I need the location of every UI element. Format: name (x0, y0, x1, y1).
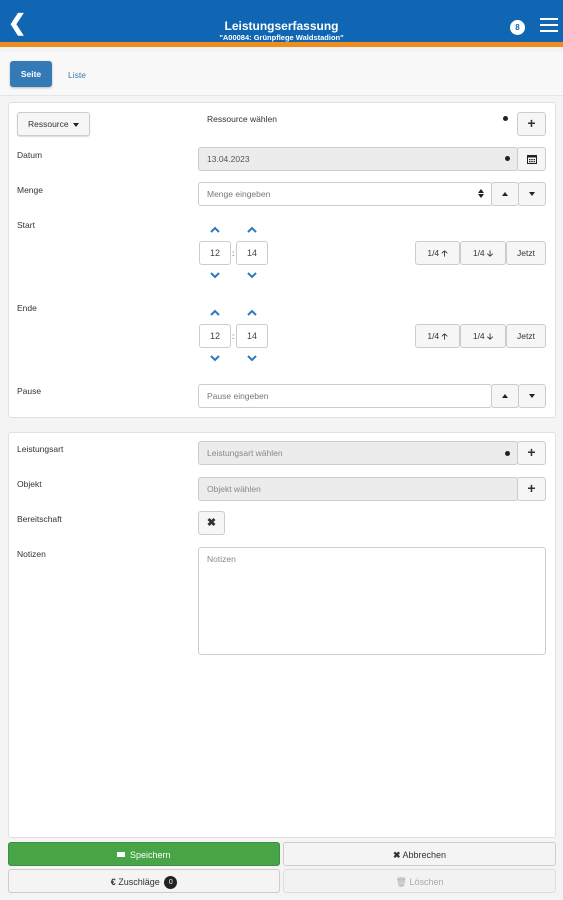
pause-decrement-button[interactable] (518, 384, 546, 408)
ressource-dropdown-label: Ressource (27, 119, 69, 129)
arrow-down-icon: 🡣 (487, 248, 494, 258)
surcharges-button[interactable]: € Zuschläge 0 (8, 869, 280, 893)
menge-input[interactable]: Menge eingeben (198, 182, 492, 206)
objekt-label: Objekt (17, 479, 42, 489)
delete-button: 🗑 Löschen (283, 869, 556, 893)
start-hour-input[interactable]: 12 (199, 241, 231, 265)
close-icon: ✖ (206, 517, 217, 529)
menge-decrement-button[interactable] (518, 182, 546, 206)
start-hour-up-icon[interactable] (208, 225, 222, 235)
ende-quarter-up-label: 1/4 (427, 331, 440, 341)
ende-minute-input[interactable]: 14 (236, 324, 268, 348)
page-subtitle: "A00084: Grünpflege Waldstadion" (219, 33, 344, 42)
datum-field[interactable]: 13.04.2023 (198, 147, 518, 171)
start-minute-up-icon[interactable] (245, 225, 259, 235)
caret-down-icon (529, 394, 535, 398)
cancel-button[interactable]: ✖ Abbrechen (283, 842, 556, 866)
bereitschaft-toggle[interactable]: ✖ (198, 511, 225, 535)
save-button[interactable]: Speichern (8, 842, 280, 866)
app-header: ❮ Leistungserfassung "A00084: Grünpflege… (0, 0, 563, 47)
caret-down-icon (529, 192, 535, 196)
page-title: Leistungserfassung (224, 19, 339, 33)
ressource-dropdown-button[interactable]: Ressource (17, 112, 90, 136)
start-label: Start (17, 220, 35, 230)
objekt-field[interactable]: Objekt wählen (198, 477, 518, 501)
leistungsart-label: Leistungsart (17, 444, 64, 454)
start-quarter-down-button[interactable]: 1/4 🡣 (460, 241, 506, 265)
ressource-dot-icon (503, 116, 508, 121)
tab-page[interactable]: Seite (10, 61, 52, 87)
tab-list[interactable]: Liste (68, 70, 86, 80)
surcharges-count-badge: 0 (164, 876, 178, 890)
caret-down-icon (73, 122, 79, 127)
time-separator: : (232, 248, 235, 258)
add-leistungsart-button[interactable]: + (517, 441, 546, 465)
notification-badge[interactable]: 8 (510, 20, 525, 35)
euro-icon: € (110, 877, 116, 887)
ende-minute-up-icon[interactable] (245, 308, 259, 318)
menge-increment-button[interactable] (491, 182, 519, 206)
start-quarter-down-label: 1/4 (472, 248, 485, 258)
start-quarter-up-button[interactable]: 1/4 🡡 (415, 241, 460, 265)
save-label: Speichern (129, 850, 171, 860)
sort-icon (478, 189, 484, 199)
caret-up-icon (502, 394, 508, 398)
ende-quarter-up-button[interactable]: 1/4 🡡 (415, 324, 460, 348)
close-icon: ✖ (392, 850, 401, 860)
datum-dot-icon (505, 156, 510, 161)
ende-hour-input[interactable]: 12 (199, 324, 231, 348)
ende-now-button[interactable]: Jetzt (506, 324, 546, 348)
datum-label: Datum (17, 150, 43, 160)
ende-quarter-down-label: 1/4 (472, 331, 485, 341)
arrow-up-icon: 🡡 (441, 331, 448, 341)
ende-minute-down-icon[interactable] (245, 353, 259, 363)
menge-label: Menge (17, 185, 43, 195)
start-minute-input[interactable]: 14 (236, 241, 268, 265)
arrow-down-icon: 🡣 (487, 331, 494, 341)
ende-quarter-down-button[interactable]: 1/4 🡣 (460, 324, 506, 348)
notizen-label: Notizen (17, 549, 46, 559)
start-hour-down-icon[interactable] (208, 270, 222, 280)
delete-label: Löschen (409, 877, 444, 887)
trash-icon: 🗑 (395, 877, 407, 887)
ressource-value[interactable]: Ressource wählen (207, 114, 277, 124)
pause-label: Pause (17, 386, 42, 396)
start-minute-down-icon[interactable] (245, 270, 259, 280)
ende-label: Ende (17, 303, 37, 313)
add-objekt-button[interactable]: + (517, 477, 546, 501)
surcharges-label: Zuschläge (118, 877, 160, 887)
cancel-label: Abbrechen (402, 850, 447, 860)
arrow-up-icon: 🡡 (441, 248, 448, 258)
start-now-button[interactable]: Jetzt (506, 241, 546, 265)
calendar-icon (526, 155, 537, 164)
leistungsart-field[interactable]: Leistungsart wählen (198, 441, 518, 465)
hamburger-menu-icon[interactable] (540, 18, 558, 34)
time-separator: : (232, 331, 235, 341)
notizen-textarea[interactable]: Notizen (198, 547, 546, 655)
calendar-button[interactable] (517, 147, 546, 171)
start-quarter-up-label: 1/4 (427, 248, 440, 258)
pause-increment-button[interactable] (491, 384, 519, 408)
leistungsart-dot-icon (505, 451, 510, 456)
caret-up-icon (502, 192, 508, 196)
view-tabs: Seite Liste (0, 52, 563, 96)
pause-input[interactable]: Pause eingeben (198, 384, 492, 408)
ende-hour-up-icon[interactable] (208, 308, 222, 318)
bereitschaft-label: Bereitschaft (17, 514, 62, 524)
ende-hour-down-icon[interactable] (208, 353, 222, 363)
floppy-disk-icon (117, 851, 126, 860)
add-ressource-button[interactable]: + (517, 112, 546, 136)
